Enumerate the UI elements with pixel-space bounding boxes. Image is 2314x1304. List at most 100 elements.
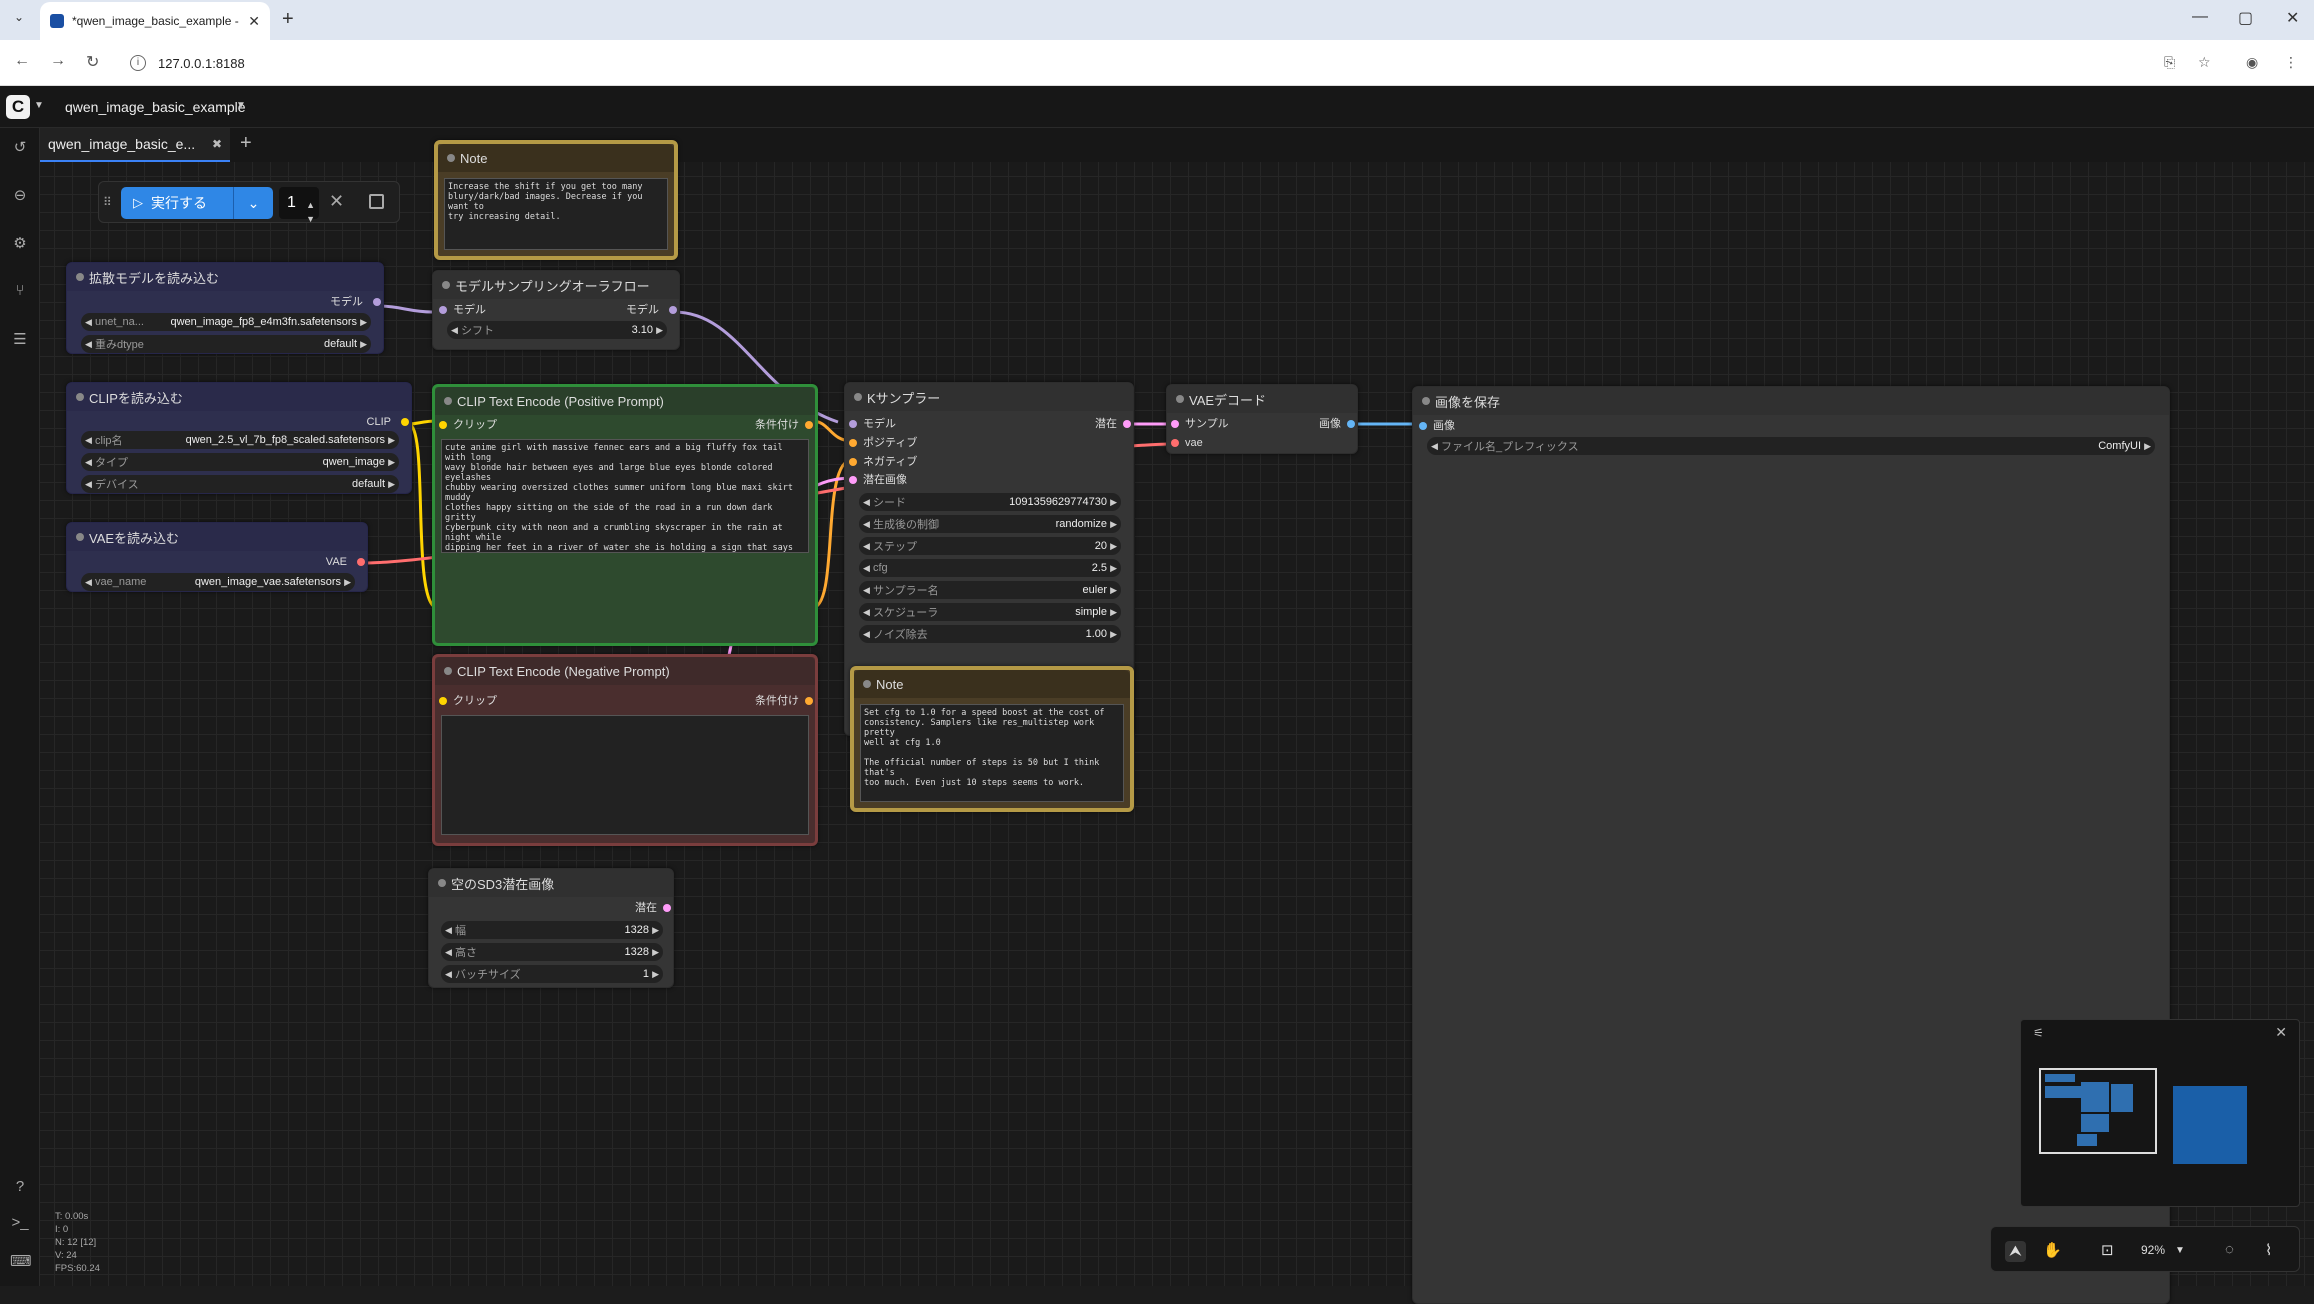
positive-prompt-textarea[interactable]: cute anime girl with massive fennec ears… bbox=[441, 439, 809, 553]
batch-size-widget[interactable]: バッチサイズ1 bbox=[441, 965, 663, 983]
toggle-links-icon[interactable]: ⌇ bbox=[2265, 1241, 2272, 1259]
width-widget[interactable]: 幅1328 bbox=[441, 921, 663, 939]
input-slot-dot[interactable] bbox=[439, 306, 447, 314]
output-slot-dot[interactable] bbox=[1123, 420, 1131, 428]
clip-loader-node[interactable]: CLIPを読み込む CLIP clip名qwen_2.5_vl_7b_fp8_s… bbox=[66, 382, 412, 494]
cancel-icon[interactable]: ✕ bbox=[329, 191, 344, 212]
bookmark-star-icon[interactable]: ☆ bbox=[2198, 54, 2211, 71]
input-slot-dot[interactable] bbox=[1419, 422, 1427, 430]
unet-name-widget[interactable]: unet_na...qwen_image_fp8_e4m3fn.safetens… bbox=[81, 313, 371, 331]
minimap-viewport[interactable] bbox=[2039, 1068, 2157, 1154]
batch-count-input[interactable]: 1 ▲ ▼ bbox=[279, 187, 319, 224]
filename-prefix-widget[interactable]: ファイル名_プレフィックスComfyUI bbox=[1427, 437, 2155, 455]
note-node-shift[interactable]: Note Increase the shift if you get too m… bbox=[434, 140, 678, 260]
note-text[interactable]: Increase the shift if you get too many b… bbox=[444, 178, 668, 250]
decrement-icon[interactable]: ▼ bbox=[306, 203, 315, 235]
drag-handle-icon[interactable]: ⠿ bbox=[103, 195, 112, 209]
add-workflow-tab-button[interactable]: + bbox=[240, 132, 252, 155]
clip-device-widget[interactable]: デバイスdefault bbox=[81, 475, 399, 493]
pin-icon[interactable]: ✖ bbox=[212, 137, 222, 151]
denoise-widget[interactable]: ノイズ除去1.00 bbox=[859, 625, 1121, 643]
window-close-icon[interactable]: ✕ bbox=[2286, 8, 2299, 28]
site-info-icon[interactable]: i bbox=[130, 55, 146, 71]
browser-tab[interactable]: *qwen_image_basic_example - ✕ bbox=[40, 2, 270, 40]
run-button[interactable]: ▷ 実行する bbox=[121, 187, 233, 219]
unet-loader-node[interactable]: 拡散モデルを読み込む モデル unet_na...qwen_image_fp8_… bbox=[66, 262, 384, 354]
chevron-down-icon[interactable]: ▼ bbox=[34, 100, 44, 111]
history-icon[interactable]: ↺ bbox=[10, 138, 30, 158]
close-tab-icon[interactable]: ✕ bbox=[248, 13, 260, 30]
model-library-icon[interactable]: ⚙ bbox=[10, 234, 30, 254]
keyboard-icon[interactable]: ⌨ bbox=[10, 1252, 32, 1272]
seed-widget[interactable]: シード1091359629774730 bbox=[859, 493, 1121, 511]
templates-icon[interactable]: ☰ bbox=[10, 330, 30, 350]
cfg-widget[interactable]: cfg2.5 bbox=[859, 559, 1121, 577]
minimap-settings-icon[interactable]: ⚟ bbox=[2033, 1026, 2044, 1040]
output-slot-dot[interactable] bbox=[373, 298, 381, 306]
negative-prompt-node[interactable]: CLIP Text Encode (Negative Prompt) クリップ … bbox=[432, 654, 818, 846]
menu-icon[interactable]: ⋮ bbox=[2284, 54, 2298, 71]
output-slot-dot[interactable] bbox=[1347, 420, 1355, 428]
node-library-icon[interactable]: ⊖ bbox=[10, 186, 30, 206]
shift-widget[interactable]: シフト3.10 bbox=[447, 321, 667, 339]
workflow-tab[interactable]: qwen_image_basic_e... ✖ bbox=[40, 128, 230, 162]
output-slot-dot[interactable] bbox=[669, 306, 677, 314]
vae-loader-node[interactable]: VAEを読み込む VAE vae_nameqwen_image_vae.safe… bbox=[66, 522, 368, 592]
output-slot-dot[interactable] bbox=[805, 421, 813, 429]
control-after-generate-widget[interactable]: 生成後の制御randomize bbox=[859, 515, 1121, 533]
hand-tool-icon[interactable]: ✋ bbox=[2043, 1241, 2062, 1259]
profile-icon[interactable]: ◉ bbox=[2246, 54, 2258, 71]
terminal-icon[interactable]: >_ bbox=[10, 1214, 30, 1234]
minimap-close-icon[interactable]: ✕ bbox=[2275, 1024, 2287, 1041]
output-slot-dot[interactable] bbox=[357, 558, 365, 566]
new-tab-icon[interactable]: + bbox=[282, 8, 294, 31]
zoom-level[interactable]: 92% bbox=[2141, 1243, 2165, 1257]
clip-name-widget[interactable]: clip名qwen_2.5_vl_7b_fp8_scaled.safetenso… bbox=[81, 431, 399, 449]
vae-decode-node[interactable]: VAEデコード サンプル vae 画像 bbox=[1166, 384, 1358, 454]
zoom-chevron-icon[interactable]: ▼ bbox=[2175, 1245, 2185, 1256]
empty-sd3-latent-node[interactable]: 空のSD3潜在画像 潜在 幅1328 高さ1328 バッチサイズ1 bbox=[428, 868, 674, 988]
input-slot-dot[interactable] bbox=[849, 420, 857, 428]
reload-icon[interactable]: ↻ bbox=[86, 52, 99, 72]
minimap[interactable]: ⚟ ✕ bbox=[2020, 1019, 2300, 1207]
select-tool-icon[interactable]: ⮝ bbox=[2005, 1241, 2026, 1262]
clip-type-widget[interactable]: タイプqwen_image bbox=[81, 453, 399, 471]
sampler-name-widget[interactable]: サンプラー名euler bbox=[859, 581, 1121, 599]
back-icon[interactable]: ← bbox=[14, 52, 30, 70]
stop-icon[interactable] bbox=[369, 194, 384, 209]
note-text[interactable]: Set cfg to 1.0 for a speed boost at the … bbox=[860, 704, 1124, 802]
negative-prompt-textarea[interactable] bbox=[441, 715, 809, 835]
translate-icon[interactable]: ⎘ bbox=[2164, 54, 2175, 71]
fit-view-icon[interactable]: ⊡ bbox=[2101, 1241, 2114, 1259]
maximize-icon[interactable]: ▢ bbox=[2238, 8, 2253, 28]
input-slot-dot[interactable] bbox=[849, 476, 857, 484]
lightbulb-icon[interactable]: ◌ bbox=[2225, 1241, 2234, 1258]
address-bar[interactable]: i 127.0.0.1:8188 bbox=[120, 48, 2140, 78]
forward-icon[interactable]: → bbox=[50, 52, 66, 70]
input-slot-dot[interactable] bbox=[1171, 439, 1179, 447]
input-slot-dot[interactable] bbox=[849, 439, 857, 447]
height-widget[interactable]: 高さ1328 bbox=[441, 943, 663, 961]
model-sampling-auraflow-node[interactable]: モデルサンプリングオーラフロー モデル モデル シフト3.10 bbox=[432, 270, 680, 350]
weight-dtype-widget[interactable]: 重みdtypedefault bbox=[81, 335, 371, 353]
run-mode-dropdown[interactable]: ⌄ bbox=[233, 187, 273, 219]
comfy-logo-icon[interactable]: C bbox=[6, 95, 30, 119]
output-slot-dot[interactable] bbox=[663, 904, 671, 912]
workflows-icon[interactable]: ⑂ bbox=[10, 282, 30, 302]
input-slot-dot[interactable] bbox=[439, 421, 447, 429]
steps-widget[interactable]: ステップ20 bbox=[859, 537, 1121, 555]
vae-name-widget[interactable]: vae_nameqwen_image_vae.safetensors bbox=[81, 573, 355, 591]
workflow-title[interactable]: qwen_image_basic_example bbox=[65, 99, 246, 115]
input-slot-dot[interactable] bbox=[849, 458, 857, 466]
output-slot-dot[interactable] bbox=[805, 697, 813, 705]
minimize-icon[interactable]: — bbox=[2192, 8, 2208, 26]
output-slot-dot[interactable] bbox=[401, 418, 409, 426]
positive-prompt-node[interactable]: CLIP Text Encode (Positive Prompt) クリップ … bbox=[432, 384, 818, 646]
note-node-cfg[interactable]: Note Set cfg to 1.0 for a speed boost at… bbox=[850, 666, 1134, 812]
tab-search-icon[interactable]: ⌄ bbox=[8, 10, 30, 30]
help-icon[interactable]: ? bbox=[10, 1178, 30, 1198]
input-slot-dot[interactable] bbox=[439, 697, 447, 705]
input-slot-dot[interactable] bbox=[1171, 420, 1179, 428]
workflow-menu-chevron-icon[interactable]: ▼ bbox=[236, 100, 246, 111]
scheduler-widget[interactable]: スケジューラsimple bbox=[859, 603, 1121, 621]
